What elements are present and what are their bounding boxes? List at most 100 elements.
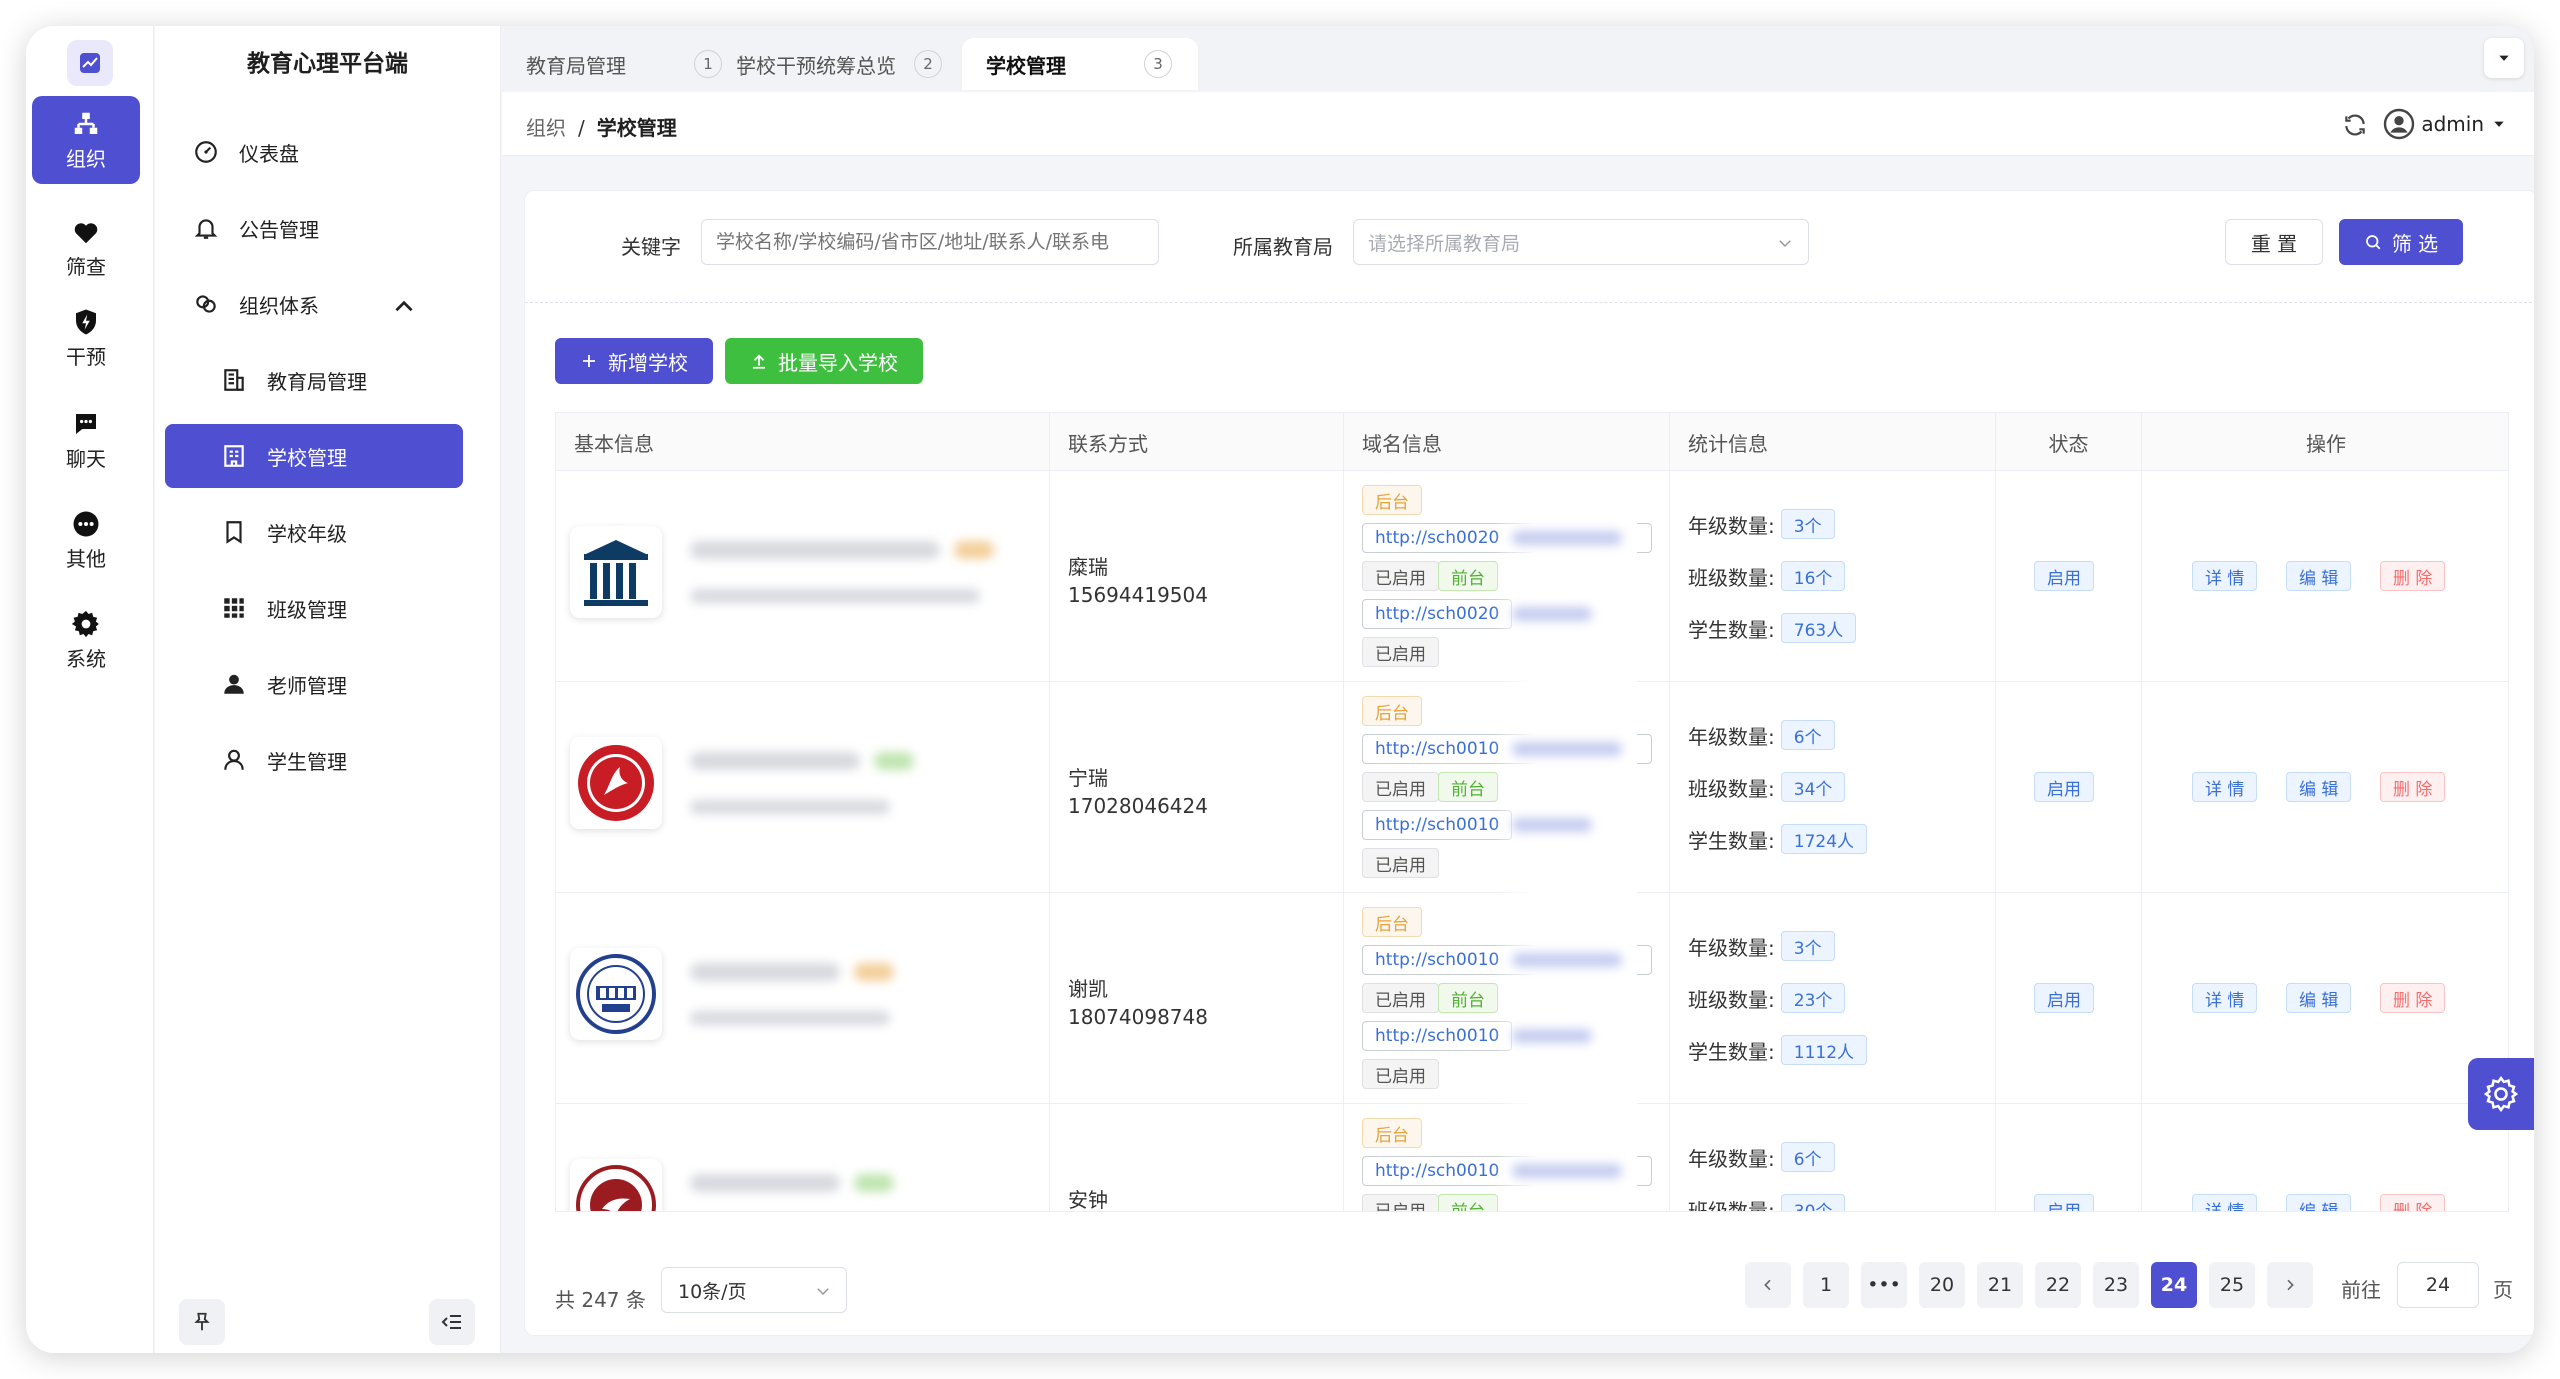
edit-button[interactable]: 编 辑 (2286, 772, 2352, 802)
rail-item-intervention[interactable]: 干预 (32, 294, 140, 382)
delete-button[interactable]: 删 除 (2380, 561, 2446, 591)
detail-button[interactable]: 详 情 (2192, 561, 2258, 591)
grade-count: 年级数量: 3个 (1688, 931, 1835, 961)
contact-name: 宁瑞 (1068, 766, 1108, 790)
breadcrumb-parent[interactable]: 组织 (526, 116, 566, 140)
heart-icon (74, 222, 98, 243)
batch-import-button[interactable]: 批量导入学校 (725, 338, 923, 384)
tab-dropdown-button[interactable] (2484, 38, 2524, 78)
detail-button[interactable]: 详 情 (2192, 772, 2258, 802)
gear-icon (71, 610, 99, 637)
domain-cell: 后台 http://sch0010 已启用 前台 http://sch0010 … (1344, 893, 1670, 1104)
stats-cell: 年级数量: 3个 班级数量: 23个 学生数量: 1112人 (1670, 893, 1996, 1104)
stats-cell: 年级数量: 6个 班级数量: 34个 学生数量: 1724人 (1670, 682, 1996, 893)
collapse-sidebar-button[interactable] (429, 1299, 475, 1345)
filter-bar: 关键字 所属教育局 请选择所属教育局 重 置 筛 选 (525, 191, 2534, 303)
tab-number: 3 (1144, 50, 1172, 78)
sidebar-item-student[interactable]: 学生管理 (165, 728, 463, 792)
delete-button[interactable]: 删 除 (2380, 772, 2446, 802)
breadcrumb-current: 学校管理 (596, 116, 677, 140)
prev-page-button[interactable] (1745, 1262, 1791, 1308)
pin-button[interactable] (179, 1299, 225, 1345)
rail-item-other[interactable]: 其他 (32, 496, 140, 584)
page-button[interactable]: 23 (2093, 1262, 2139, 1308)
edit-button[interactable]: 编 辑 (2286, 983, 2352, 1013)
blurred-school-name (690, 1174, 840, 1192)
sidebar-item-dashboard[interactable]: 仪表盘 (165, 120, 463, 184)
caret-down-icon (2499, 55, 2509, 61)
dashboard-icon (195, 141, 217, 163)
sidebar-item-teacher[interactable]: 老师管理 (165, 652, 463, 716)
keyword-input[interactable] (701, 219, 1159, 265)
sidebar-item-label: 公告管理 (239, 217, 319, 242)
bureau-label: 所属教育局 (1233, 235, 1333, 259)
page-button[interactable]: 1 (1803, 1262, 1849, 1308)
bureau-select[interactable]: 请选择所属教育局 (1353, 219, 1809, 265)
page-button[interactable]: 22 (2035, 1262, 2081, 1308)
sidebar-item-bureau[interactable]: 教育局管理 (165, 348, 463, 412)
class-count-value: 30个 (1780, 1194, 1846, 1211)
sidebar-item-org-system[interactable]: 组织体系 (165, 272, 463, 336)
student-count-value: 763人 (1780, 613, 1857, 643)
enabled-tag: 已启用 (1362, 772, 1439, 802)
stats-cell: 年级数量: 3个 班级数量: 16个 学生数量: 763人 (1670, 471, 1996, 682)
tab-label: 学校管理 (986, 53, 1066, 78)
rail-item-screening[interactable]: 筛查 (32, 204, 140, 292)
add-school-button[interactable]: 新增学校 (555, 338, 713, 384)
edit-button[interactable]: 编 辑 (2286, 561, 2352, 591)
settings-icon (2483, 1076, 2519, 1112)
rail-label: 干预 (66, 344, 106, 369)
page-size-select[interactable]: 10条/页 (661, 1267, 847, 1313)
table-row: 糜瑞 15694419504 后台 http://sch0020 已启用 前台 … (556, 471, 2508, 682)
page-ellipsis-button[interactable]: ••• (1861, 1262, 1907, 1308)
rail-label: 系统 (66, 646, 106, 671)
column-header: 操作 (2306, 431, 2346, 456)
filter-button[interactable]: 筛 选 (2339, 219, 2463, 265)
next-page-button[interactable] (2267, 1262, 2313, 1308)
page-button[interactable]: 25 (2209, 1262, 2255, 1308)
user-menu[interactable]: admin (2383, 108, 2512, 140)
student-count-value: 1112人 (1780, 1035, 1868, 1065)
rail-item-org[interactable]: 组织 (32, 96, 140, 184)
frontend-url-link[interactable]: http://sch0020 (1362, 599, 1513, 629)
delete-button[interactable]: 删 除 (2380, 1194, 2446, 1211)
chevron-left-icon (1764, 1279, 1771, 1291)
blurred-domain (1492, 682, 1637, 893)
page-size-value: 10条/页 (678, 1280, 747, 1303)
sidebar-item-class[interactable]: 班级管理 (165, 576, 463, 640)
rail-item-chat[interactable]: 聊天 (32, 396, 140, 484)
tab-school[interactable]: 学校管理 3 (962, 38, 1198, 90)
main-area: 教育局管理 1 | 学校干预统筹总览 2 学校管理 3 组织 / 学校管理 ad… (502, 26, 2534, 1353)
detail-button[interactable]: 详 情 (2192, 983, 2258, 1013)
blurred-badge (954, 541, 994, 559)
sidebar-item-grade[interactable]: 学校年级 (165, 500, 463, 564)
total-count: 共 247 条 (555, 1288, 646, 1312)
contact-cell: 糜瑞 15694419504 (1050, 471, 1344, 682)
ops-cell: 详 情 编 辑 删 除 (2142, 893, 2508, 1104)
reset-button[interactable]: 重 置 (2225, 219, 2323, 265)
class-count: 班级数量: 30个 (1688, 1194, 1846, 1211)
goto-page-input[interactable]: 24 (2397, 1262, 2479, 1308)
settings-float-button[interactable] (2468, 1058, 2534, 1130)
page-button[interactable]: 20 (1919, 1262, 1965, 1308)
page-button-current[interactable]: 24 (2151, 1262, 2197, 1308)
building-icon (224, 369, 244, 391)
grade-count: 年级数量: 3个 (1688, 509, 1835, 539)
frontend-url-link[interactable]: http://sch0010 (1362, 1021, 1513, 1051)
frontend-url-link[interactable]: http://sch0010 (1362, 810, 1513, 840)
rail-item-system[interactable]: 系统 (32, 596, 140, 684)
sidebar-item-notice[interactable]: 公告管理 (165, 196, 463, 260)
blurred-domain (1492, 893, 1637, 1104)
edit-button[interactable]: 编 辑 (2286, 1194, 2352, 1211)
rail-label: 筛查 (66, 254, 106, 279)
detail-button[interactable]: 详 情 (2192, 1194, 2258, 1211)
school-icon (224, 445, 244, 467)
class-count: 班级数量: 23个 (1688, 983, 1846, 1013)
page-button[interactable]: 21 (1977, 1262, 2023, 1308)
school-logo (570, 737, 662, 829)
blurred-domain (1492, 1104, 1637, 1211)
delete-button[interactable]: 删 除 (2380, 983, 2446, 1013)
sidebar-item-school[interactable]: 学校管理 (165, 424, 463, 488)
refresh-icon[interactable] (2342, 112, 2368, 138)
tab-overview[interactable]: 学校干预统筹总览 2 (712, 38, 966, 90)
